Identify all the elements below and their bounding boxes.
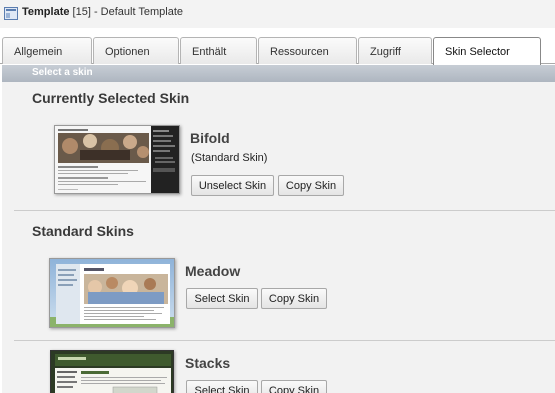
- window-titlebar: Template [15] - Default Template: [0, 0, 555, 28]
- standard-skin-note: (Standard Skin): [191, 152, 268, 164]
- copy-stacks-button[interactable]: Copy Skin: [261, 380, 327, 393]
- meadow-skin-name: Meadow: [185, 263, 241, 279]
- stacks-skin-name: Stacks: [185, 355, 231, 371]
- tab-skin-selector[interactable]: Skin Selector: [433, 37, 541, 65]
- unselect-skin-button[interactable]: Unselect Skin: [191, 175, 274, 196]
- skin-selector-panel: Currently Selected Skin Bifold (Standard…: [2, 82, 555, 393]
- skin-divider: [14, 340, 555, 341]
- stacks-preview-image: [51, 351, 173, 393]
- tab-zugriff[interactable]: Zugriff: [358, 37, 432, 64]
- window-title-rest: [15] - Default Template: [69, 6, 184, 18]
- window-title-bold: Template: [22, 6, 70, 18]
- window-title: Template [15] - Default Template: [22, 6, 183, 18]
- standard-skins-heading: Standard Skins: [32, 223, 134, 239]
- bifold-thumbnail: [54, 125, 180, 194]
- tab-enthalt[interactable]: Enthält: [180, 37, 257, 64]
- template-icon: [4, 7, 18, 20]
- tab-allgemein[interactable]: Allgemein: [2, 37, 92, 64]
- copy-skin-button[interactable]: Copy Skin: [278, 175, 344, 196]
- select-stacks-button[interactable]: Select Skin: [186, 380, 258, 393]
- meadow-thumbnail: [49, 258, 175, 328]
- tab-ressourcen[interactable]: Ressourcen: [258, 37, 357, 64]
- bifold-preview-image: [55, 126, 179, 193]
- select-meadow-button[interactable]: Select Skin: [186, 288, 258, 309]
- bifold-skin-name: Bifold: [190, 130, 230, 146]
- section-header-label: Select a skin: [32, 67, 93, 78]
- section-divider: [14, 210, 555, 211]
- current-skin-heading: Currently Selected Skin: [32, 90, 190, 106]
- meadow-preview-image: [50, 259, 174, 327]
- tab-bar: Allgemein Optionen Enthält Ressourcen Zu…: [0, 36, 555, 65]
- stacks-thumbnail: [50, 350, 174, 393]
- section-header: Select a skin: [2, 65, 555, 82]
- copy-meadow-button[interactable]: Copy Skin: [261, 288, 327, 309]
- tab-optionen[interactable]: Optionen: [93, 37, 179, 64]
